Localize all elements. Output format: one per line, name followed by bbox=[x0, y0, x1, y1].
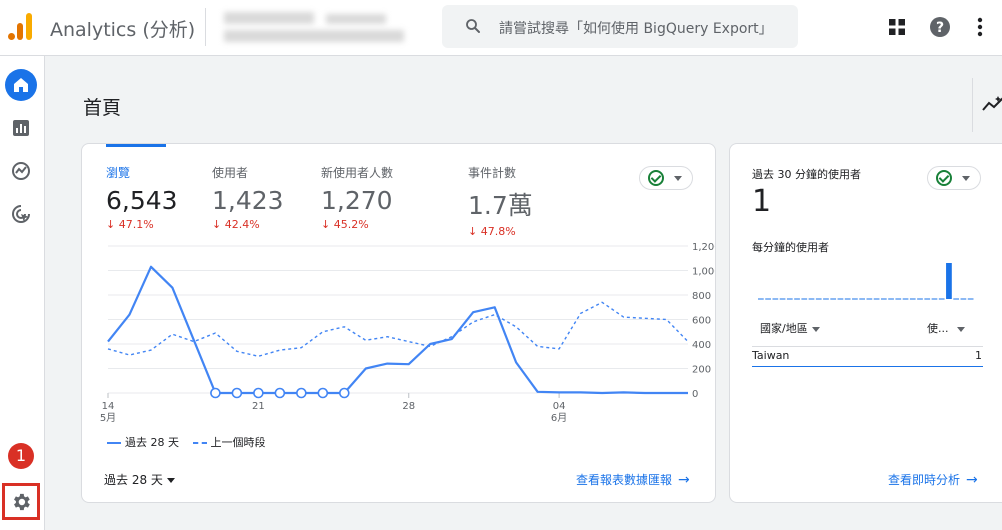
view-reports-link[interactable]: 查看報表數據匯報 → bbox=[576, 471, 690, 488]
left-nav-rail: 1 bbox=[0, 56, 45, 530]
search-bar[interactable]: 請嘗試搜尋「如何使用 BigQuery Export」 bbox=[442, 5, 798, 48]
arrow-right-icon: → bbox=[678, 472, 690, 488]
view-realtime-label: 查看即時分析 bbox=[888, 473, 961, 487]
apps-grid-icon[interactable] bbox=[886, 16, 908, 38]
home-icon bbox=[14, 78, 28, 92]
page-title: 首頁 bbox=[83, 97, 122, 119]
y-tick-label: 1,200 bbox=[692, 242, 715, 253]
table-cell-users: 1 bbox=[975, 349, 982, 362]
y-tick-label: 400 bbox=[692, 340, 711, 351]
chart-legend: 過去 28 天 上一個時段 bbox=[107, 434, 266, 450]
search-icon bbox=[466, 19, 480, 33]
overview-card: 瀏覽 6,543 ↓ 47.1% 使用者 1,423 ↓ 42.4% 新使用者人… bbox=[81, 143, 716, 503]
realtime-card: 過去 30 分鐘的使用者 1 每分鐘的使用者 國家/地區 使... Taiwan… bbox=[729, 143, 1002, 503]
sort-caret-icon bbox=[811, 326, 820, 332]
column-header-users-label: 使... bbox=[927, 322, 949, 335]
svg-text:?: ? bbox=[936, 20, 944, 36]
data-point-marker bbox=[317, 387, 329, 399]
sidebar-item-home[interactable] bbox=[5, 69, 37, 101]
x-tick-label: 21 bbox=[252, 401, 265, 412]
minute-bar bbox=[946, 263, 952, 299]
y-tick-label: 600 bbox=[692, 316, 711, 327]
legend-swatch-dashed bbox=[192, 442, 207, 444]
top-bar: Analytics (分析) 請嘗試搜尋「如何使用 BigQuery Expor… bbox=[0, 0, 1002, 56]
settings-button[interactable] bbox=[2, 483, 40, 520]
data-point-marker bbox=[210, 387, 221, 399]
per-minute-bar-chart bbox=[758, 263, 974, 300]
legend-swatch-solid bbox=[107, 442, 121, 444]
data-point-marker bbox=[296, 387, 307, 399]
realtime-quality-dropdown[interactable] bbox=[927, 166, 981, 190]
series-line-solid bbox=[107, 265, 688, 395]
data-point-marker bbox=[231, 387, 243, 399]
x-tick-sublabel: 6月 bbox=[551, 412, 567, 424]
caret-down-icon bbox=[166, 478, 175, 483]
bar-chart-icon bbox=[13, 120, 29, 136]
x-tick-label: 14 bbox=[102, 401, 115, 412]
explore-icon bbox=[12, 162, 30, 180]
column-header-country-label: 國家/地區 bbox=[760, 322, 808, 335]
realtime-title: 過去 30 分鐘的使用者 bbox=[752, 168, 861, 181]
column-header-users[interactable]: 使... bbox=[927, 320, 965, 336]
data-point-marker bbox=[274, 387, 286, 399]
gear-icon bbox=[14, 493, 30, 510]
table-header-divider bbox=[752, 346, 983, 347]
sidebar-item-advertising[interactable] bbox=[5, 198, 37, 230]
more-vert-icon[interactable] bbox=[969, 16, 991, 38]
view-realtime-link[interactable]: 查看即時分析 → bbox=[888, 471, 978, 488]
chevron-down-icon bbox=[962, 176, 970, 181]
y-tick-label: 0 bbox=[692, 389, 698, 400]
legend-current: 過去 28 天 bbox=[125, 436, 179, 449]
account-selector-blurred[interactable] bbox=[205, 8, 420, 46]
target-cursor-icon bbox=[12, 205, 30, 223]
y-tick-label: 1,000 bbox=[692, 267, 715, 278]
legend-previous: 上一個時段 bbox=[210, 436, 266, 449]
column-header-country[interactable]: 國家/地區 bbox=[760, 320, 820, 336]
per-minute-label: 每分鐘的使用者 bbox=[752, 241, 829, 254]
realtime-value: 1 bbox=[752, 184, 772, 219]
sidebar-item-reports[interactable] bbox=[5, 112, 37, 144]
sort-caret-icon bbox=[956, 326, 965, 332]
x-tick-label: 04 bbox=[553, 401, 566, 412]
table-row-divider bbox=[752, 366, 983, 367]
sidebar-item-explore[interactable] bbox=[5, 155, 37, 187]
help-icon[interactable]: ? bbox=[929, 16, 951, 38]
line-chart: 1,200 1,000 800 600 400 200 0 145月 21 28 046月 bbox=[100, 242, 715, 424]
insights-trend-icon bbox=[982, 96, 1002, 111]
view-reports-label: 查看報表數據匯報 bbox=[576, 473, 673, 487]
app-title: Analytics (分析) bbox=[50, 19, 196, 41]
arrow-right-icon: → bbox=[966, 472, 978, 488]
x-tick-label: 28 bbox=[402, 401, 415, 412]
notification-badge: 1 bbox=[8, 443, 34, 469]
date-range-label: 過去 28 天 bbox=[104, 473, 163, 487]
search-placeholder: 請嘗試搜尋「如何使用 BigQuery Export」 bbox=[499, 21, 773, 37]
check-circle-icon bbox=[936, 170, 952, 186]
series-line-dashed bbox=[107, 301, 689, 358]
y-tick-label: 800 bbox=[692, 291, 711, 302]
data-point-marker bbox=[253, 387, 264, 399]
y-tick-label: 200 bbox=[692, 365, 711, 376]
x-tick-sublabel: 5月 bbox=[100, 412, 116, 424]
date-range-dropdown[interactable]: 過去 28 天 bbox=[104, 471, 175, 488]
data-point-marker bbox=[338, 387, 350, 399]
analytics-logo[interactable] bbox=[8, 12, 34, 40]
table-cell-country: Taiwan bbox=[752, 349, 790, 362]
insights-button[interactable] bbox=[972, 78, 1002, 132]
